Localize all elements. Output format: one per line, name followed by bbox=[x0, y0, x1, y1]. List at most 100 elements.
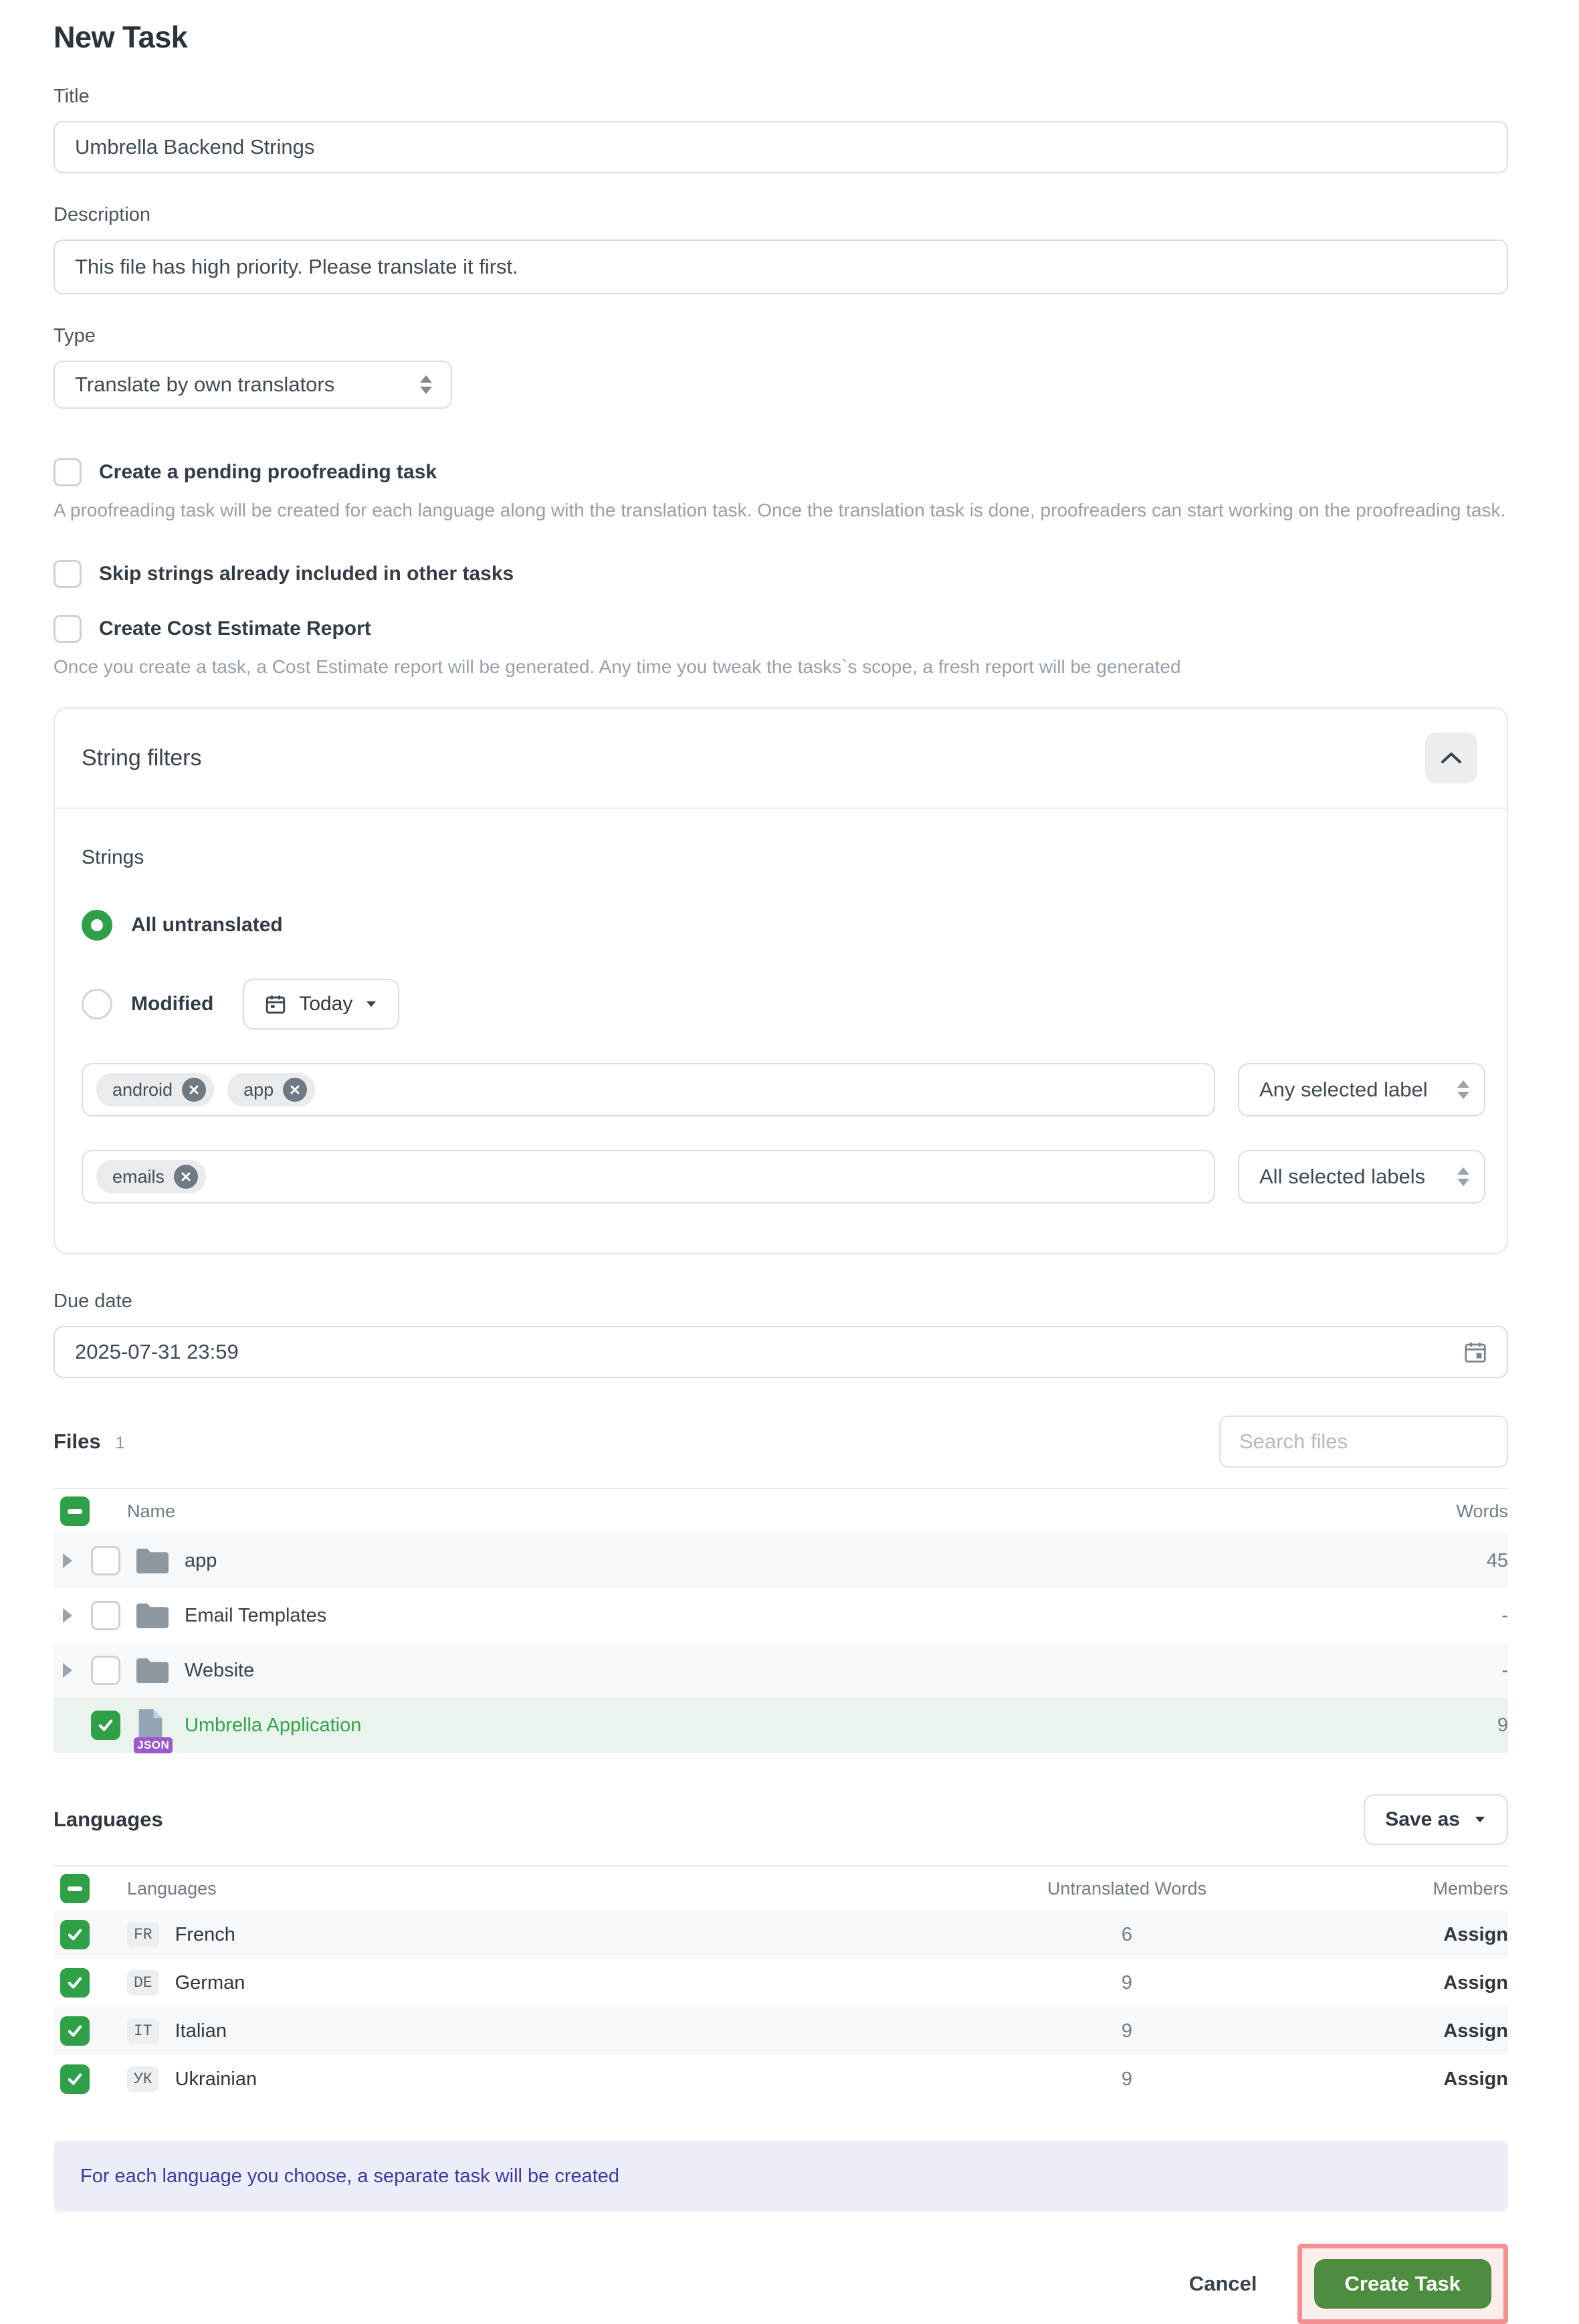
all-untranslated-radio[interactable] bbox=[82, 910, 112, 941]
folder-icon bbox=[135, 1547, 185, 1575]
new-task-form: New Task Title Umbrella Backend Strings … bbox=[0, 0, 1579, 2324]
label-mode-select-2[interactable]: All selected labels bbox=[1238, 1150, 1485, 1203]
modified-radio[interactable] bbox=[82, 989, 112, 1020]
create-task-button[interactable]: Create Task bbox=[1314, 2259, 1491, 2309]
file-row[interactable]: Email Templates - bbox=[54, 1588, 1508, 1643]
file-name: Email Templates bbox=[185, 1605, 1414, 1627]
folder-icon bbox=[135, 1602, 185, 1630]
modified-radio-label: Modified bbox=[131, 993, 213, 1015]
caret-down-icon bbox=[366, 1001, 376, 1007]
label-chip: app bbox=[227, 1073, 315, 1106]
title-input[interactable]: Umbrella Backend Strings bbox=[54, 121, 1508, 173]
files-table: Name Words app 45 Email Templates - bbox=[54, 1488, 1508, 1753]
file-checkbox-checked[interactable] bbox=[91, 1711, 120, 1740]
file-checkbox[interactable] bbox=[91, 1601, 120, 1630]
file-name: Website bbox=[185, 1660, 1414, 1682]
title-input-value: Umbrella Backend Strings bbox=[75, 135, 314, 159]
cost-estimate-checkbox[interactable] bbox=[54, 615, 82, 643]
files-count-badge: 1 bbox=[116, 1434, 125, 1453]
file-row-selected[interactable]: JSON Umbrella Application 9 bbox=[54, 1698, 1508, 1753]
file-name: app bbox=[185, 1550, 1414, 1572]
modified-period-value: Today bbox=[299, 993, 352, 1015]
collapse-panel-button[interactable] bbox=[1425, 733, 1477, 783]
calendar-icon bbox=[264, 993, 287, 1015]
cost-estimate-checkbox-label: Create Cost Estimate Report bbox=[99, 617, 371, 640]
labels-filter-input-2[interactable]: emails bbox=[82, 1150, 1215, 1203]
language-row[interactable]: FR French 6 Assign bbox=[54, 1911, 1508, 1959]
type-select[interactable]: Translate by own translators bbox=[54, 361, 452, 409]
skip-strings-checkbox[interactable] bbox=[54, 560, 82, 588]
proofreading-helper-text: A proofreading task will be created for … bbox=[54, 500, 1508, 521]
language-row[interactable]: УК Ukrainian 9 Assign bbox=[54, 2055, 1508, 2103]
all-untranslated-radio-label: All untranslated bbox=[131, 914, 283, 937]
file-words: - bbox=[1414, 1605, 1508, 1627]
untranslated-words-value: 9 bbox=[920, 2068, 1334, 2091]
assign-link[interactable]: Assign bbox=[1443, 2068, 1508, 2090]
language-checkbox-checked[interactable] bbox=[60, 1968, 90, 1998]
json-file-icon: JSON bbox=[135, 1708, 185, 1743]
language-name: Italian bbox=[175, 2020, 227, 2042]
files-column-words: Words bbox=[1414, 1501, 1508, 1522]
file-row[interactable]: Website - bbox=[54, 1643, 1508, 1698]
labels-filter-input-1[interactable]: android app bbox=[82, 1063, 1215, 1117]
language-checkbox-checked[interactable] bbox=[60, 1920, 90, 1949]
languages-table: Languages Untranslated Words Members FR … bbox=[54, 1865, 1508, 2103]
cancel-button[interactable]: Cancel bbox=[1189, 2272, 1257, 2296]
language-row[interactable]: IT Italian 9 Assign bbox=[54, 2007, 1508, 2055]
title-label: Title bbox=[54, 86, 1508, 108]
label-chip: emails bbox=[96, 1160, 206, 1193]
info-banner-text: For each language you choose, a separate… bbox=[80, 2165, 619, 2188]
json-format-badge: JSON bbox=[134, 1737, 173, 1753]
assign-link[interactable]: Assign bbox=[1443, 2020, 1508, 2042]
select-updown-icon bbox=[1457, 1167, 1469, 1186]
expand-caret-icon[interactable] bbox=[63, 1663, 72, 1678]
type-select-value: Translate by own translators bbox=[75, 373, 334, 397]
expand-caret-icon[interactable] bbox=[63, 1553, 72, 1568]
languages-select-all-checkbox[interactable] bbox=[60, 1874, 90, 1903]
language-checkbox-checked[interactable] bbox=[60, 2064, 90, 2094]
description-input[interactable]: This file has high priority. Please tran… bbox=[54, 239, 1508, 294]
due-date-label: Due date bbox=[54, 1290, 1508, 1313]
modified-period-dropdown[interactable]: Today bbox=[243, 979, 399, 1030]
label-chip: android bbox=[96, 1073, 214, 1106]
description-label: Description bbox=[54, 204, 1508, 226]
file-words: 45 bbox=[1414, 1550, 1508, 1572]
language-row[interactable]: DE German 9 Assign bbox=[54, 1959, 1508, 2007]
file-checkbox[interactable] bbox=[91, 1656, 120, 1685]
select-updown-icon bbox=[420, 375, 432, 394]
language-name: French bbox=[175, 1924, 235, 1946]
search-files-input[interactable] bbox=[1219, 1416, 1508, 1468]
untranslated-words-value: 6 bbox=[920, 1924, 1334, 1946]
assign-link[interactable]: Assign bbox=[1443, 1924, 1508, 1945]
annotation-highlight-box: Create Task bbox=[1297, 2244, 1508, 2324]
label-mode-select-1[interactable]: Any selected label bbox=[1238, 1063, 1485, 1117]
untranslated-words-value: 9 bbox=[920, 2020, 1334, 2042]
file-checkbox[interactable] bbox=[91, 1546, 120, 1575]
label-mode-value: All selected labels bbox=[1259, 1165, 1425, 1189]
proofreading-checkbox[interactable] bbox=[54, 458, 82, 486]
due-date-input[interactable]: 2025-07-31 23:59 bbox=[54, 1326, 1508, 1378]
label-chip-text: emails bbox=[112, 1167, 165, 1187]
file-name: Umbrella Application bbox=[185, 1715, 1414, 1737]
chevron-up-icon bbox=[1440, 751, 1463, 765]
language-code-badge: FR bbox=[127, 1922, 159, 1947]
remove-chip-button[interactable] bbox=[174, 1165, 198, 1189]
languages-column-label: Languages bbox=[127, 1878, 920, 1899]
language-code-badge: DE bbox=[127, 1970, 159, 1996]
files-label: Files bbox=[54, 1430, 101, 1454]
save-as-button[interactable]: Save as bbox=[1364, 1794, 1508, 1845]
caret-down-icon bbox=[1475, 1817, 1485, 1822]
remove-chip-button[interactable] bbox=[182, 1078, 206, 1102]
expand-caret-icon[interactable] bbox=[63, 1608, 72, 1623]
file-row[interactable]: app 45 bbox=[54, 1533, 1508, 1588]
assign-link[interactable]: Assign bbox=[1443, 1972, 1508, 1994]
label-mode-value: Any selected label bbox=[1259, 1078, 1428, 1102]
files-column-name: Name bbox=[127, 1501, 1414, 1522]
remove-chip-button[interactable] bbox=[283, 1078, 307, 1102]
untranslated-words-value: 9 bbox=[920, 1972, 1334, 1994]
language-checkbox-checked[interactable] bbox=[60, 2016, 90, 2046]
files-select-all-checkbox[interactable] bbox=[60, 1496, 90, 1526]
file-words: - bbox=[1414, 1660, 1508, 1682]
description-input-value: This file has high priority. Please tran… bbox=[75, 255, 518, 279]
languages-section-title: Languages bbox=[54, 1808, 163, 1832]
